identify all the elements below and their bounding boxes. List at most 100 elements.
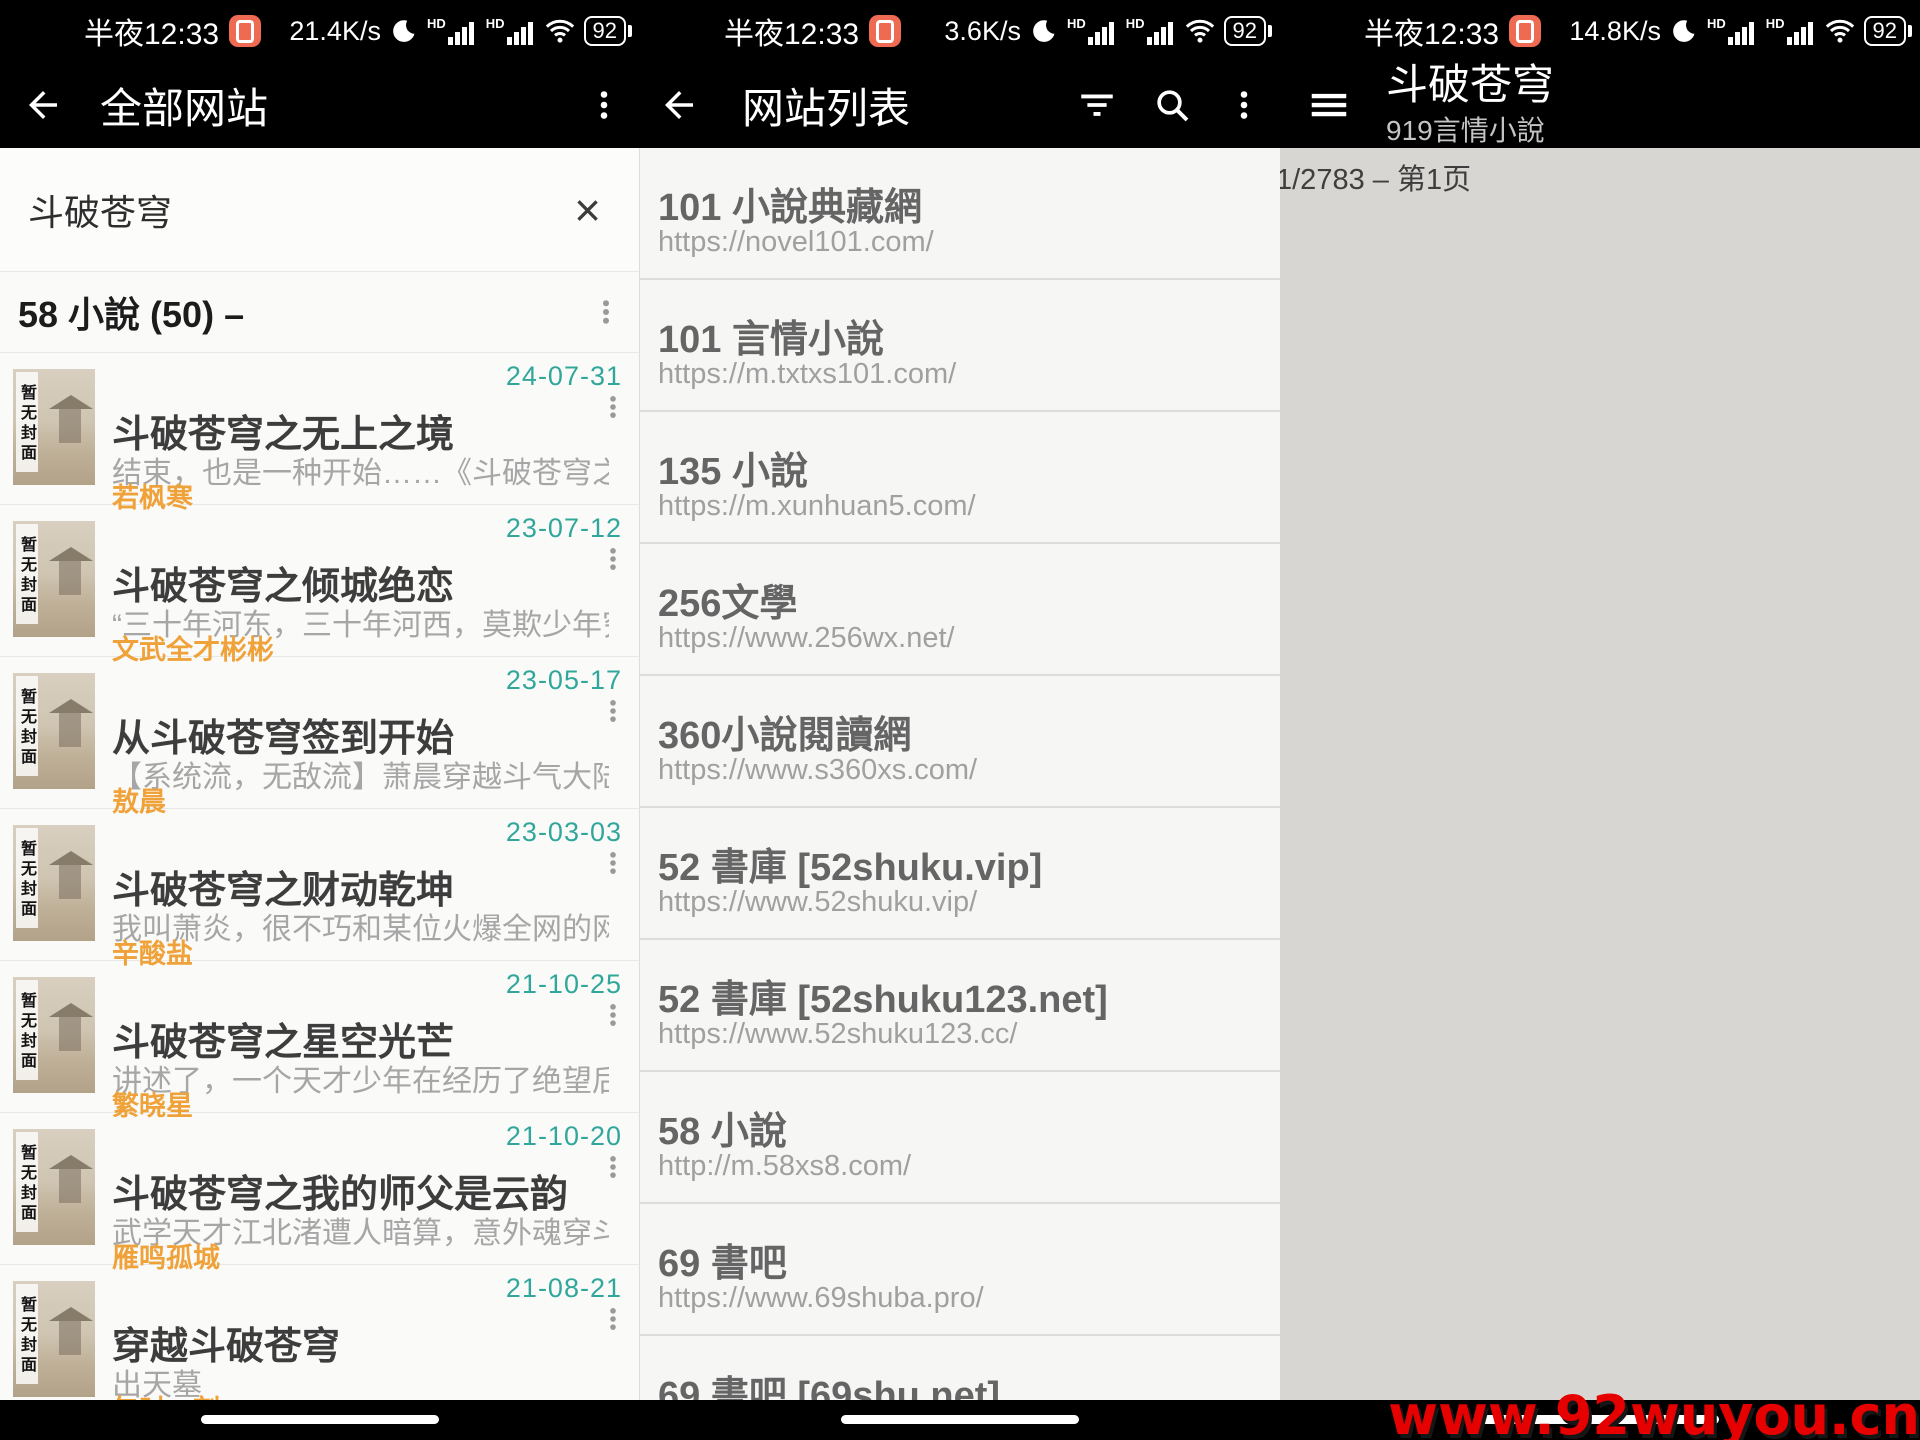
back-arrow-icon[interactable] — [22, 84, 64, 126]
book-result-row[interactable]: 暂无封面 23-03-03 斗破苍穹之财动乾坤 我叫萧炎，很不巧和某位火爆全网的… — [0, 809, 639, 961]
no-cover-placeholder: 暂无封面 — [13, 977, 95, 1093]
filter-icon[interactable] — [1076, 84, 1118, 126]
clear-icon[interactable]: × — [574, 190, 601, 230]
status-app-icon — [1509, 15, 1541, 47]
book-kebab-icon[interactable] — [599, 849, 627, 877]
book-kebab-icon[interactable] — [599, 545, 627, 573]
website-row[interactable]: 135 小說 https://m.xunhuan5.com/ — [640, 412, 1280, 544]
book-result-row[interactable]: 暂无封面 21-10-25 斗破苍穹之星空光芒 讲述了，一个天才少年在经历了绝望… — [0, 961, 639, 1113]
website-row[interactable]: 52 書庫 [52shuku.vip] https://www.52shuku.… — [640, 808, 1280, 940]
book-kebab-icon[interactable] — [599, 697, 627, 725]
book-author: 午时一刻 — [112, 1388, 220, 1400]
hamburger-menu-icon[interactable] — [1306, 82, 1352, 128]
book-result-list: 暂无封面 24-07-31 斗破苍穹之无上之境 结束，也是一种开始……《斗破苍穹… — [0, 353, 639, 1400]
book-title-header: 斗破苍穹 — [1386, 61, 1554, 109]
no-cover-placeholder: 暂无封面 — [13, 1129, 95, 1245]
pavilion-icon — [49, 1003, 93, 1017]
network-speed: 3.6K/s — [944, 16, 1021, 47]
website-row[interactable]: 58 小說 http://m.58xs8.com/ — [640, 1072, 1280, 1204]
wifi-icon — [1825, 18, 1855, 44]
watermark-text: www.92wuyou.cn — [1388, 1384, 1920, 1440]
pavilion-base — [59, 561, 81, 595]
book-date: 23-05-17 — [506, 665, 622, 696]
website-name: 69 書吧 — [658, 1232, 787, 1287]
panel-all-websites: 半夜12:33 21.4K/s HD HD 92 全部网站 斗破苍穹 × — [0, 0, 640, 1440]
no-cover-placeholder: 暂无封面 — [13, 369, 95, 485]
book-date: 21-08-21 — [506, 1273, 622, 1304]
website-row[interactable]: 101 小說典藏網 https://novel101.com/ — [640, 148, 1280, 280]
status-app-icon-glyph — [236, 20, 254, 43]
website-row[interactable]: 69 書吧 [69shu.net] — [640, 1336, 1280, 1400]
system-navbar — [0, 1400, 640, 1440]
book-kebab-icon[interactable] — [599, 1001, 627, 1029]
book-date: 21-10-25 — [506, 969, 622, 1000]
status-time: 半夜12:33 — [1364, 9, 1499, 53]
search-icon[interactable] — [1152, 85, 1192, 125]
website-url: https://novel101.com/ — [658, 226, 934, 259]
status-time: 半夜12:33 — [724, 9, 859, 53]
pavilion-icon — [49, 1307, 93, 1321]
status-app-icon — [869, 15, 901, 47]
back-arrow-icon[interactable] — [658, 84, 700, 126]
battery-icon: 92 — [584, 16, 632, 46]
result-section-header[interactable]: 58 小說 (50) – — [0, 272, 639, 353]
pavilion-base — [59, 865, 81, 899]
battery-level: 92 — [1864, 16, 1906, 46]
pavilion-icon — [49, 547, 93, 561]
book-result-row[interactable]: 暂无封面 21-08-21 穿越斗破苍穹 出天墓 午时一刻 — [0, 1265, 639, 1400]
website-row[interactable]: 69 書吧 https://www.69shuba.pro/ — [640, 1204, 1280, 1336]
book-date: 23-07-12 — [506, 513, 622, 544]
moon-icon — [1030, 17, 1058, 45]
website-name: 52 書庫 [52shuku.vip] — [658, 836, 1042, 891]
search-results-body: 斗破苍穹 × 58 小說 (50) – 暂无封面 24-07-31 斗破苍穹之无 — [0, 148, 640, 1400]
three-screenshot-composite: 半夜12:33 21.4K/s HD HD 92 全部网站 斗破苍穹 × — [0, 0, 1920, 1440]
status-bar: 半夜12:33 3.6K/s HD HD 92 — [640, 0, 1280, 62]
no-cover-label: 暂无封面 — [16, 828, 38, 928]
section-label: 58 小說 (50) – — [18, 286, 244, 338]
website-name: 69 書吧 [69shu.net] — [658, 1364, 1000, 1400]
status-app-icon-glyph — [1516, 20, 1534, 43]
no-cover-label: 暂无封面 — [16, 980, 38, 1080]
book-result-row[interactable]: 暂无封面 24-07-31 斗破苍穹之无上之境 结束，也是一种开始……《斗破苍穹… — [0, 353, 639, 505]
reader-body[interactable]: 1/2783 – 第1页 — [1280, 148, 1920, 1400]
section-kebab-icon[interactable] — [591, 297, 621, 327]
battery-level: 92 — [1224, 16, 1266, 46]
website-row[interactable]: 360小說閱讀網 https://www.s360xs.com/ — [640, 676, 1280, 808]
home-indicator[interactable] — [841, 1415, 1079, 1424]
website-row[interactable]: 52 書庫 [52shuku123.net] https://www.52shu… — [640, 940, 1280, 1072]
no-cover-label: 暂无封面 — [16, 676, 38, 776]
book-result-row[interactable]: 暂无封面 21-10-20 斗破苍穹之我的师父是云韵 武学天才江北渚遭人暗算，意… — [0, 1113, 639, 1265]
kebab-menu-icon[interactable] — [1226, 87, 1262, 123]
website-name: 135 小說 — [658, 440, 808, 495]
kebab-menu-icon[interactable] — [586, 87, 622, 123]
website-name: 58 小說 — [658, 1100, 787, 1155]
moon-icon — [390, 17, 418, 45]
book-kebab-icon[interactable] — [599, 1305, 627, 1333]
website-name: 52 書庫 [52shuku123.net] — [658, 968, 1108, 1023]
battery-icon: 92 — [1864, 16, 1912, 46]
website-url: https://www.s360xs.com/ — [658, 754, 977, 787]
no-cover-label: 暂无封面 — [16, 1132, 38, 1232]
book-kebab-icon[interactable] — [599, 1153, 627, 1181]
pavilion-icon — [49, 1155, 93, 1169]
panel-website-list: 半夜12:33 3.6K/s HD HD 92 网站列表 — [640, 0, 1280, 1440]
book-result-row[interactable]: 暂无封面 23-05-17 从斗破苍穹签到开始 【系统流，无敌流】萧晨穿越斗气大… — [0, 657, 639, 809]
status-bar: 半夜12:33 21.4K/s HD HD 92 — [0, 0, 640, 62]
website-row[interactable]: 101 言情小說 https://m.txtxs101.com/ — [640, 280, 1280, 412]
wifi-icon — [545, 18, 575, 44]
website-url: https://www.256wx.net/ — [658, 622, 955, 655]
book-result-row[interactable]: 暂无封面 23-07-12 斗破苍穹之倾城绝恋 “三十年河东，三十年河西，莫欺少… — [0, 505, 639, 657]
reader-content: 1/2783 – 第1页 — [1280, 148, 1920, 201]
book-kebab-icon[interactable] — [599, 393, 627, 421]
website-url: https://m.xunhuan5.com/ — [658, 490, 976, 523]
search-query: 斗破苍穹 — [28, 184, 172, 236]
book-date: 23-03-03 — [506, 817, 622, 848]
pavilion-icon — [49, 699, 93, 713]
search-input[interactable]: 斗破苍穹 × — [0, 148, 639, 272]
system-navbar — [640, 1400, 1280, 1440]
status-bar: 半夜12:33 14.8K/s HD HD 92 — [1280, 0, 1920, 62]
pavilion-base — [59, 1017, 81, 1051]
home-indicator[interactable] — [201, 1415, 439, 1424]
pavilion-icon — [49, 851, 93, 865]
website-row[interactable]: 256文學 https://www.256wx.net/ — [640, 544, 1280, 676]
